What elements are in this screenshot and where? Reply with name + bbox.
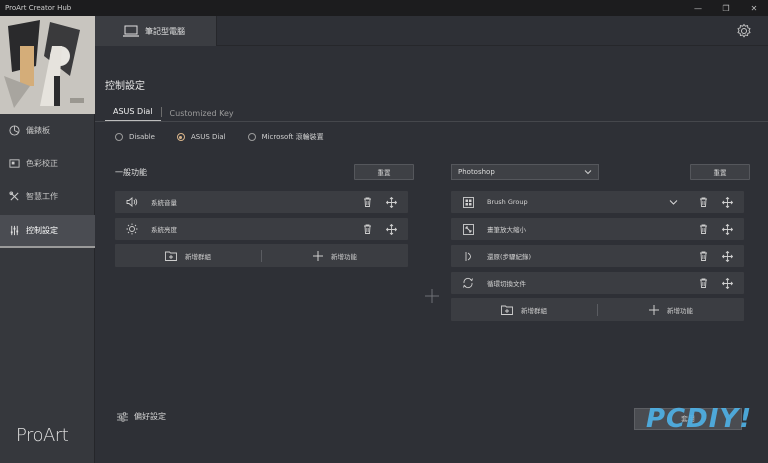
undo-icon: [461, 249, 475, 263]
add-link-plus-icon[interactable]: [425, 289, 439, 303]
trash-icon[interactable]: [360, 195, 374, 209]
general-functions-label: 一般功能: [115, 168, 147, 177]
app-select[interactable]: Photoshop: [451, 164, 599, 180]
watermark-text: PCDIY!: [646, 404, 753, 434]
brightness-icon: [125, 222, 139, 236]
add-function-label: 新增功能: [331, 252, 357, 261]
sidebar-item-label: 控制設定: [26, 226, 58, 235]
radio-microsoft-wheel[interactable]: Microsoft 滾輪裝置: [247, 132, 324, 142]
function-label: 還原(步驟紀錄): [487, 253, 532, 261]
plus-icon: [313, 250, 323, 261]
move-icon[interactable]: [384, 222, 398, 236]
device-tab-label: 筆記型電腦: [145, 26, 185, 36]
trash-icon[interactable]: [696, 195, 710, 209]
sidebar-item-label: 智慧工作: [26, 192, 58, 201]
reset-app-button[interactable]: 重置: [690, 164, 750, 180]
top-bar: 筆記型電腦: [95, 16, 768, 46]
move-icon[interactable]: [384, 195, 398, 209]
function-label: 系統亮度: [151, 226, 177, 234]
radio-button[interactable]: [247, 133, 256, 141]
radio-label: Microsoft 滾輪裝置: [261, 133, 324, 141]
function-label: Brush Group: [487, 198, 528, 206]
list-item[interactable]: 系統亮度: [115, 218, 408, 240]
move-icon[interactable]: [720, 222, 734, 236]
minimize-button[interactable]: —: [684, 0, 712, 16]
laptop-icon: [123, 25, 139, 39]
hero-illustration-icon: [0, 16, 95, 114]
add-group-button[interactable]: 新增群組: [451, 305, 597, 315]
reset-general-button[interactable]: 重置: [354, 164, 414, 180]
app-add-bar: 新增群組 新增功能: [451, 298, 744, 321]
trash-icon[interactable]: [696, 276, 710, 290]
dashboard-icon: [8, 125, 20, 137]
add-group-label: 新增群組: [185, 252, 211, 261]
cycle-icon: [461, 276, 475, 290]
preferences-label: 偏好設定: [134, 412, 166, 421]
radio-asus-dial[interactable]: ASUS Dial: [176, 133, 226, 141]
sliders-icon: [8, 225, 20, 237]
sidebar-item-control-settings[interactable]: 控制設定: [0, 215, 95, 248]
chevron-down-icon[interactable]: [666, 195, 680, 209]
trash-icon[interactable]: [696, 249, 710, 263]
list-item[interactable]: Brush Group: [451, 191, 744, 213]
sidebar-item-dashboard[interactable]: 儀錶板: [0, 114, 95, 147]
general-add-bar: 新增群組 新增功能: [115, 244, 408, 267]
trash-icon[interactable]: [696, 222, 710, 236]
dial-mode-radio-group: Disable ASUS Dial Microsoft 滾輪裝置: [115, 132, 346, 142]
maximize-button[interactable]: ❐: [712, 0, 740, 16]
window-title: ProArt Creator Hub: [5, 4, 72, 12]
tab-underline-divider: [95, 121, 768, 122]
preferences-link[interactable]: 偏好設定: [117, 411, 166, 422]
add-function-button[interactable]: 新增功能: [262, 250, 408, 261]
function-label: 循環切換文件: [487, 280, 526, 288]
tab-bar: ASUS Dial Customized Key: [105, 104, 242, 122]
grid-icon: [461, 195, 475, 209]
sidebar-item-label: 色彩校正: [26, 159, 58, 168]
list-item[interactable]: 還原(步驟紀錄): [451, 245, 744, 267]
tab-asus-dial[interactable]: ASUS Dial: [105, 107, 161, 122]
sidebar: 儀錶板 色彩校正 智慧工作 控制設定 ProArt: [0, 16, 95, 463]
add-group-button[interactable]: 新增群組: [115, 251, 261, 261]
tools-icon: [8, 191, 20, 203]
color-icon: [8, 158, 20, 170]
add-function-label: 新增功能: [667, 306, 693, 315]
sidebar-item-smart-work[interactable]: 智慧工作: [0, 180, 95, 213]
radio-button-selected[interactable]: [176, 133, 185, 141]
add-function-button[interactable]: 新增功能: [598, 304, 744, 315]
device-tab-laptop[interactable]: 筆記型電腦: [95, 16, 217, 46]
chevron-down-icon: [584, 168, 592, 178]
radio-label: Disable: [129, 133, 155, 141]
list-item[interactable]: 畫筆放大縮小: [451, 218, 744, 240]
function-label: 系統音量: [151, 199, 177, 207]
list-item[interactable]: 循環切換文件: [451, 272, 744, 294]
radio-label: ASUS Dial: [190, 133, 226, 141]
move-icon[interactable]: [720, 249, 734, 263]
plus-icon: [649, 304, 659, 315]
volume-icon: [125, 195, 139, 209]
move-icon[interactable]: [720, 195, 734, 209]
hero-artwork: [0, 16, 95, 114]
resize-icon: [461, 222, 475, 236]
sidebar-item-label: 儀錶板: [26, 126, 50, 135]
function-label: 畫筆放大縮小: [487, 226, 526, 234]
add-group-label: 新增群組: [521, 306, 547, 315]
list-item[interactable]: 系統音量: [115, 191, 408, 213]
gear-icon[interactable]: [736, 23, 752, 39]
close-button[interactable]: ✕: [740, 0, 768, 16]
app-select-value: Photoshop: [458, 168, 495, 176]
trash-icon[interactable]: [360, 222, 374, 236]
radio-button[interactable]: [115, 133, 123, 141]
move-icon[interactable]: [720, 276, 734, 290]
page-title: 控制設定: [105, 81, 145, 92]
brand-logo: ProArt: [16, 425, 69, 446]
folder-add-icon: [165, 251, 177, 261]
sidebar-item-color-calibration[interactable]: 色彩校正: [0, 147, 95, 180]
radio-disable[interactable]: Disable: [115, 133, 155, 141]
preferences-sliders-icon: [117, 411, 128, 422]
title-bar: ProArt Creator Hub — ❐ ✕: [0, 0, 768, 16]
folder-add-icon: [501, 305, 513, 315]
